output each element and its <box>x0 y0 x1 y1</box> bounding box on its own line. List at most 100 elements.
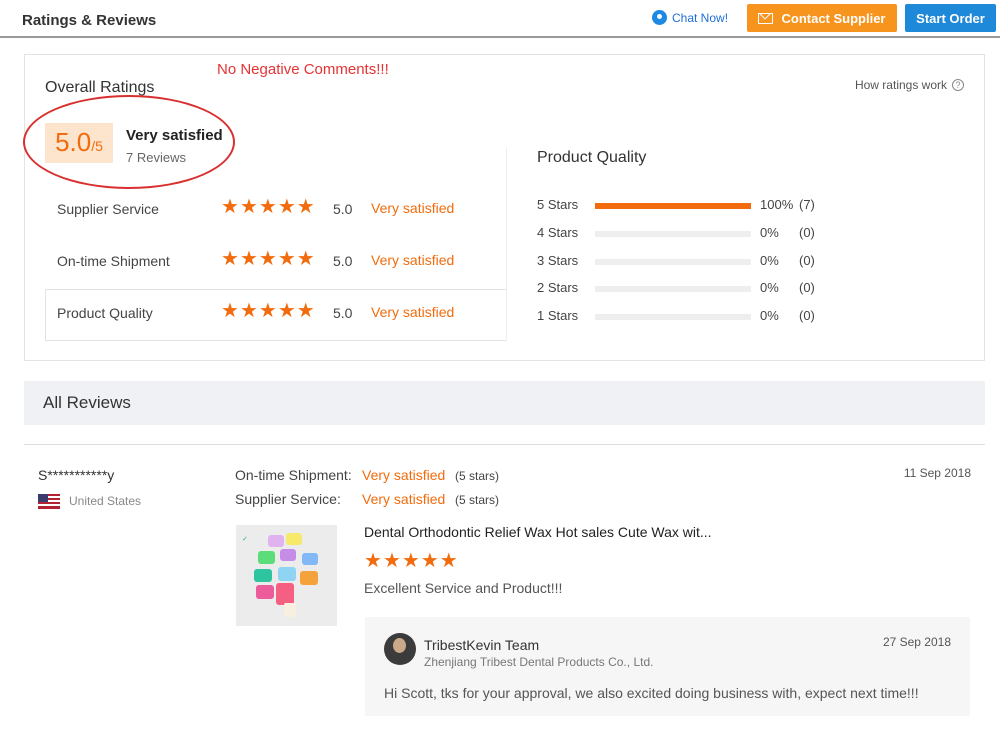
distribution-row: 2 Stars 0% (0) <box>537 278 837 298</box>
review-rating-stars: ★ ★ ★ ★ ★ <box>364 551 458 571</box>
distribution-row: 3 Stars 0% (0) <box>537 251 837 271</box>
distribution-bar <box>595 314 751 321</box>
star-icon: ★ <box>296 196 315 218</box>
star-icon: ★ <box>420 550 439 572</box>
avatar <box>384 633 416 665</box>
star-icon: ★ <box>296 300 315 322</box>
star-icon: ★ <box>221 196 239 218</box>
product-quality-title: Product Quality <box>537 149 647 166</box>
how-ratings-work-link[interactable]: How ratings work ? <box>855 78 964 92</box>
distribution-bar <box>595 230 751 237</box>
distribution-label: 1 Stars <box>537 308 579 324</box>
metric-label: Supplier Service <box>57 201 159 217</box>
distribution-percent: 0% <box>760 224 779 240</box>
contact-supplier-label: Contact Supplier <box>781 10 886 26</box>
star-icon: ★ <box>258 196 277 218</box>
metric-label: On-time Shipment <box>57 253 170 269</box>
star-icon: ★ <box>221 300 239 322</box>
annotation-text: No Negative Comments!!! <box>217 61 389 78</box>
review-comment: Excellent Service and Product!!! <box>364 580 563 596</box>
reviewer-country: United States <box>69 494 142 508</box>
contact-supplier-button[interactable]: Contact Supplier <box>747 4 897 32</box>
star-icon: ★ <box>277 248 296 270</box>
question-circle-icon: ? <box>952 79 964 91</box>
star-icon: ★ <box>239 248 258 270</box>
reply-text: Hi Scott, tks for your approval, we also… <box>384 685 919 701</box>
distribution-row: 5 Stars 100% (7) <box>537 195 837 215</box>
distribution-count: (7) <box>799 197 815 212</box>
product-thumbnail[interactable]: ✓ <box>236 525 337 626</box>
reply-company: Zhenjiang Tribest Dental Products Co., L… <box>424 655 654 669</box>
distribution-label: 3 Stars <box>537 252 579 268</box>
star-icon: ★ <box>221 248 239 270</box>
distribution-percent: 0% <box>760 308 779 324</box>
shipment-rating-label: On-time Shipment: <box>235 467 352 483</box>
panel-divider <box>506 147 507 341</box>
metric-satisfaction: Very satisfied <box>371 252 455 268</box>
star-icon: ★ <box>364 550 382 572</box>
distribution-row: 4 Stars 0% (0) <box>537 223 837 243</box>
reply-date: 27 Sep 2018 <box>882 635 951 649</box>
metric-row-product-quality[interactable]: Product Quality ★ ★ ★ ★ ★ 5.0 Very satisfied <box>45 289 506 341</box>
star-icon: ★ <box>401 550 420 572</box>
page-title: Ratings & Reviews <box>22 12 157 29</box>
distribution-percent: 0% <box>760 252 779 268</box>
us-flag-icon <box>38 494 60 509</box>
reply-author: TribestKevin Team <box>424 637 540 653</box>
star-icon: ★ <box>382 550 401 572</box>
divider <box>24 444 985 445</box>
distribution-row: 1 Stars 0% (0) <box>537 306 837 326</box>
star-icon: ★ <box>258 300 277 322</box>
metric-stars: ★ ★ ★ ★ ★ <box>221 197 315 217</box>
supplier-reply: TribestKevin Team Zhenjiang Tribest Dent… <box>365 617 970 716</box>
all-reviews-header: All Reviews <box>24 381 985 425</box>
metric-score: 5.0 <box>333 201 353 217</box>
ratings-summary-panel: Overall Ratings No Negative Comments!!! … <box>23 54 985 361</box>
star-icon: ★ <box>296 248 315 270</box>
star-icon: ★ <box>277 300 296 322</box>
svg-text:✓: ✓ <box>242 536 248 543</box>
chat-bubble-icon <box>652 10 667 25</box>
distribution-label: 2 Stars <box>537 280 579 296</box>
distribution-count: (0) <box>799 280 815 296</box>
distribution-count: (0) <box>799 224 815 240</box>
service-rating-label: Supplier Service: <box>235 491 341 507</box>
all-reviews-title: All Reviews <box>43 393 131 412</box>
chat-now-label: Chat Now! <box>672 10 729 25</box>
metric-row-on-time-shipment: On-time Shipment ★ ★ ★ ★ ★ 5.0 Very satisfie… <box>45 237 506 289</box>
service-rating-value: Very satisfied <box>362 491 446 507</box>
product-title-link[interactable]: Dental Orthodontic Relief Wax Hot sales … <box>364 524 712 540</box>
page-header: Ratings & Reviews Chat Now! Contact Supp… <box>0 0 1000 38</box>
service-rating-stars: (5 stars) <box>455 493 500 507</box>
star-icon: ★ <box>258 248 277 270</box>
distribution-count: (0) <box>799 252 815 268</box>
metric-satisfaction: Very satisfied <box>371 304 455 320</box>
metric-row-supplier-service: Supplier Service ★ ★ ★ ★ ★ 5.0 Very satisfie… <box>45 185 506 237</box>
annotation-ellipse <box>23 95 235 189</box>
metric-label: Product Quality <box>57 305 153 321</box>
shipment-rating-stars: (5 stars) <box>455 469 500 483</box>
reviewer-name: S***********y <box>38 467 115 483</box>
shipment-rating-value: Very satisfied <box>362 467 446 483</box>
product-image: ✓ <box>236 525 337 626</box>
star-icon: ★ <box>277 196 296 218</box>
star-icon: ★ <box>239 196 258 218</box>
start-order-button[interactable]: Start Order <box>905 4 996 32</box>
review-date: 11 Sep 2018 <box>903 466 971 480</box>
metric-satisfaction: Very satisfied <box>371 200 455 216</box>
distribution-bar <box>595 286 751 293</box>
distribution-percent: 0% <box>760 280 779 296</box>
distribution-label: 4 Stars <box>537 224 579 240</box>
metric-stars: ★ ★ ★ ★ ★ <box>221 249 315 269</box>
chat-now-link[interactable]: Chat Now! <box>652 10 728 25</box>
star-icon: ★ <box>239 300 258 322</box>
distribution-count: (0) <box>799 308 815 324</box>
distribution-percent: 100% <box>760 197 794 212</box>
distribution-bar <box>595 203 751 209</box>
distribution-label: 5 Stars <box>537 197 579 212</box>
distribution-bar-fill <box>595 203 751 209</box>
metric-score: 5.0 <box>333 305 353 321</box>
star-icon: ★ <box>439 550 458 572</box>
metric-stars: ★ ★ ★ ★ ★ <box>221 301 315 321</box>
metric-score: 5.0 <box>333 253 353 269</box>
